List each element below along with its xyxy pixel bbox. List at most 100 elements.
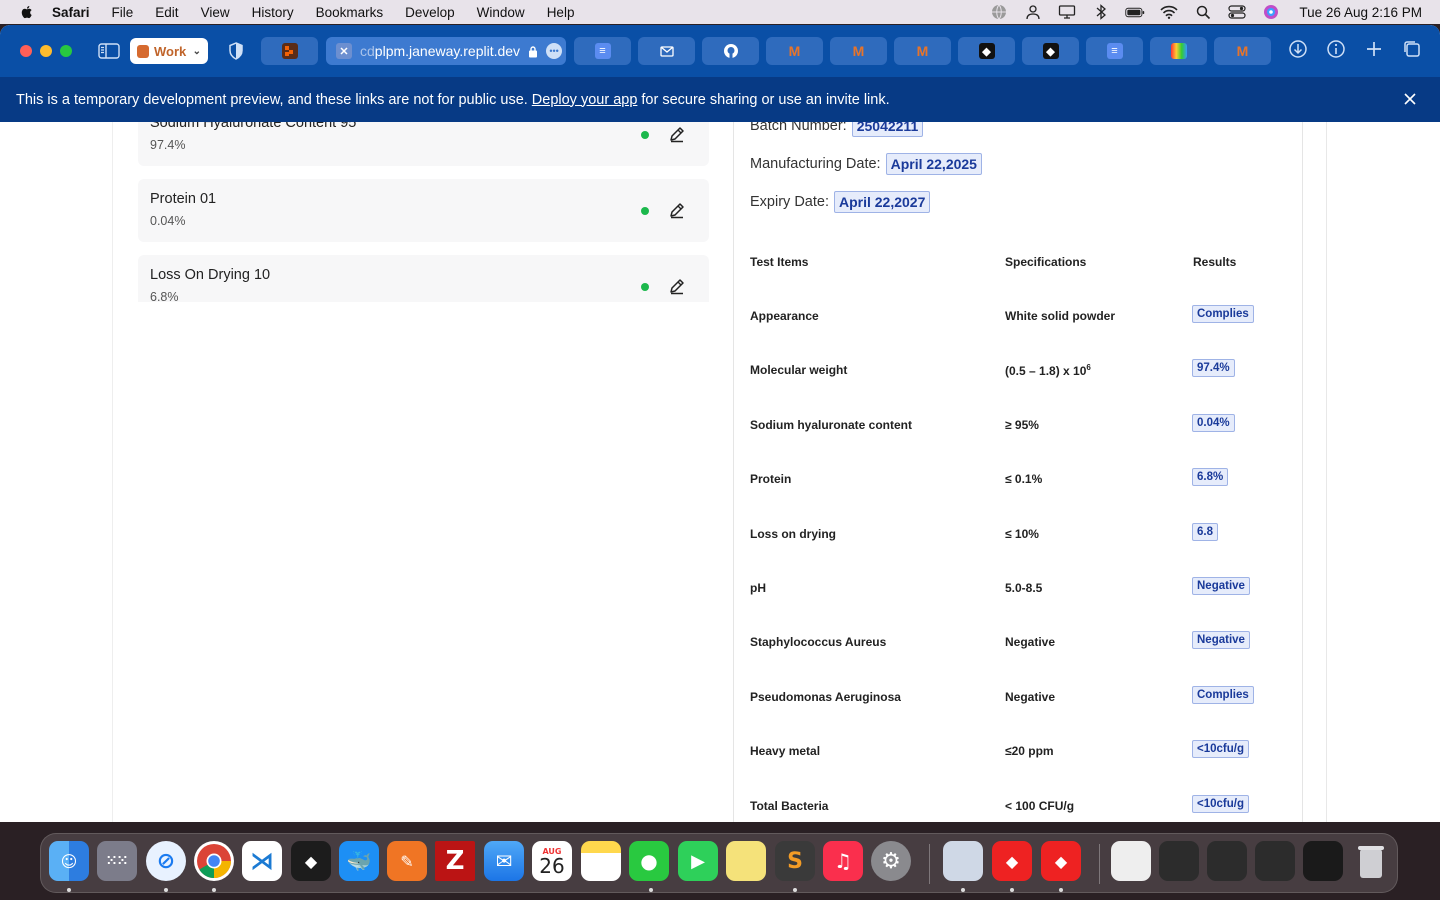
siri-icon[interactable] [1261, 4, 1281, 20]
minimized-window-3-icon[interactable] [1255, 841, 1295, 881]
downloads-icon[interactable] [1288, 39, 1308, 59]
menu-window[interactable]: Window [477, 5, 525, 20]
minimized-window-2-icon[interactable] [1207, 841, 1247, 881]
tab-gmail-2[interactable]: M [830, 37, 887, 65]
menu-edit[interactable]: Edit [155, 5, 178, 20]
row-specification: Negative [1005, 690, 1056, 704]
bluetooth-icon[interactable] [1091, 4, 1111, 20]
row-result: Complies [1192, 686, 1254, 704]
music-icon[interactable]: ♫ [823, 841, 863, 881]
safari-icon[interactable]: ⊘ [146, 841, 186, 881]
filezilla-icon[interactable]: Z [435, 841, 475, 881]
close-window-button[interactable] [20, 45, 32, 57]
running-indicator [164, 888, 168, 892]
tab-active-address-bar[interactable]: cdplpm.janeway.replit.dev ••• [326, 37, 566, 65]
edit-pencil-icon[interactable] [668, 201, 686, 219]
dock: ☺ ⁙⁙ ⊘ ⋊ ◆ 🐳 ✎ Z ✉ AUG 26 ● ▶ S ♫ ⚙ ◆ ◆ [40, 833, 1398, 893]
privacy-shield-icon[interactable] [228, 42, 244, 60]
control-center-icon[interactable] [1227, 4, 1247, 20]
preview-icon[interactable] [943, 841, 983, 881]
tab-overview-icon[interactable] [1402, 39, 1422, 59]
m-favicon-icon: M [916, 43, 929, 59]
info-icon[interactable] [1326, 39, 1346, 59]
system-settings-icon[interactable]: ⚙ [871, 841, 911, 881]
tab-cube-2[interactable]: ◆ [1022, 37, 1079, 65]
list-item[interactable]: Sodium Hyaluronate Content 95 97.4% [138, 122, 709, 166]
menu-bar: Safari File Edit View History Bookmarks … [0, 0, 1440, 24]
tab-gmail-1[interactable]: M [766, 37, 823, 65]
tab-gmail-3[interactable]: M [894, 37, 951, 65]
row-specification: ≤20 ppm [1005, 744, 1054, 758]
tab-mail[interactable] [638, 37, 695, 65]
menu-history[interactable]: History [252, 5, 294, 20]
dock-separator [929, 844, 930, 884]
trash-icon[interactable] [1351, 841, 1391, 881]
menu-bookmarks[interactable]: Bookmarks [316, 5, 384, 20]
deploy-app-link[interactable]: Deploy your app [532, 92, 638, 108]
row-result: <10cfu/g [1192, 740, 1249, 758]
row-result: <10cfu/g [1192, 795, 1249, 813]
row-result: 6.8 [1192, 523, 1218, 541]
vpn-globe-icon[interactable] [989, 4, 1009, 20]
display-icon[interactable] [1057, 4, 1077, 20]
row-specification: 5.0-8.5 [1005, 581, 1043, 595]
tab-docs-2[interactable]: ≡ [1086, 37, 1143, 65]
minimized-window-1-icon[interactable] [1159, 841, 1199, 881]
menu-app-name[interactable]: Safari [52, 5, 90, 20]
tab-cube-1[interactable]: ◆ [958, 37, 1015, 65]
launchpad-icon[interactable]: ⁙⁙ [97, 841, 137, 881]
menu-file[interactable]: File [112, 5, 134, 20]
profile-switcher[interactable]: Work ⌄ [130, 38, 208, 64]
row-result: 0.04% [1192, 414, 1235, 432]
cube-app-icon[interactable]: ◆ [291, 841, 331, 881]
apple-menu-icon[interactable] [19, 4, 35, 20]
row-test-item: Staphylococcus Aureus [750, 635, 887, 649]
user-tray-icon[interactable] [1023, 4, 1043, 20]
m-favicon-icon: M [852, 43, 865, 59]
tab-github[interactable] [702, 37, 759, 65]
close-banner-icon[interactable] [1402, 91, 1418, 107]
row-result: Negative [1192, 631, 1250, 649]
anydesk-icon[interactable]: ◆ [992, 841, 1032, 881]
row-test-item: Heavy metal [750, 744, 821, 758]
test-name: Protein 01 [150, 191, 217, 207]
docker-icon[interactable]: 🐳 [339, 841, 379, 881]
facetime-icon[interactable]: ▶ [678, 841, 718, 881]
list-item[interactable]: Loss On Drying 10 6.8% [138, 255, 709, 302]
tab-colorful[interactable] [1150, 37, 1207, 65]
finder-icon[interactable]: ☺ [49, 841, 89, 881]
minimize-window-button[interactable] [40, 45, 52, 57]
notes-icon[interactable] [581, 841, 621, 881]
vscode-icon[interactable]: ⋊ [242, 841, 282, 881]
new-tab-plus-icon[interactable] [1364, 39, 1384, 59]
page-menu-icon[interactable]: ••• [546, 43, 563, 59]
tab-docs-1[interactable]: ≡ [574, 37, 631, 65]
tab-pinned-1[interactable] [261, 37, 318, 65]
chrome-icon[interactable] [194, 841, 234, 881]
list-item[interactable]: Protein 01 0.04% [138, 179, 709, 242]
pen-app-icon[interactable]: ✎ [387, 841, 427, 881]
edit-pencil-icon[interactable] [668, 125, 686, 143]
edit-pencil-icon[interactable] [668, 277, 686, 295]
status-dot [641, 207, 649, 215]
wifi-icon[interactable] [1159, 4, 1179, 20]
document-stack-icon[interactable] [1111, 841, 1151, 881]
anydesk-user-icon[interactable]: ◆ [1041, 841, 1081, 881]
spotlight-search-icon[interactable] [1193, 4, 1213, 20]
menu-view[interactable]: View [201, 5, 230, 20]
messages-icon[interactable]: ● [629, 841, 669, 881]
menu-help[interactable]: Help [547, 5, 575, 20]
minimized-window-4-icon[interactable] [1303, 841, 1343, 881]
sidebar-toggle-icon[interactable] [98, 43, 120, 59]
mail-icon[interactable]: ✉ [484, 841, 524, 881]
running-indicator [67, 888, 71, 892]
stickies-icon[interactable] [726, 841, 766, 881]
menu-clock[interactable]: Tue 26 Aug 2:16 PM [1299, 5, 1422, 20]
battery-icon[interactable] [1125, 4, 1145, 20]
url-field[interactable]: cdplpm.janeway.replit.dev [360, 43, 520, 59]
sublime-text-icon[interactable]: S [775, 841, 815, 881]
zoom-window-button[interactable] [60, 45, 72, 57]
calendar-icon[interactable]: AUG 26 [532, 841, 572, 881]
menu-develop[interactable]: Develop [405, 5, 455, 20]
tab-gmail-4[interactable]: M [1214, 37, 1271, 65]
